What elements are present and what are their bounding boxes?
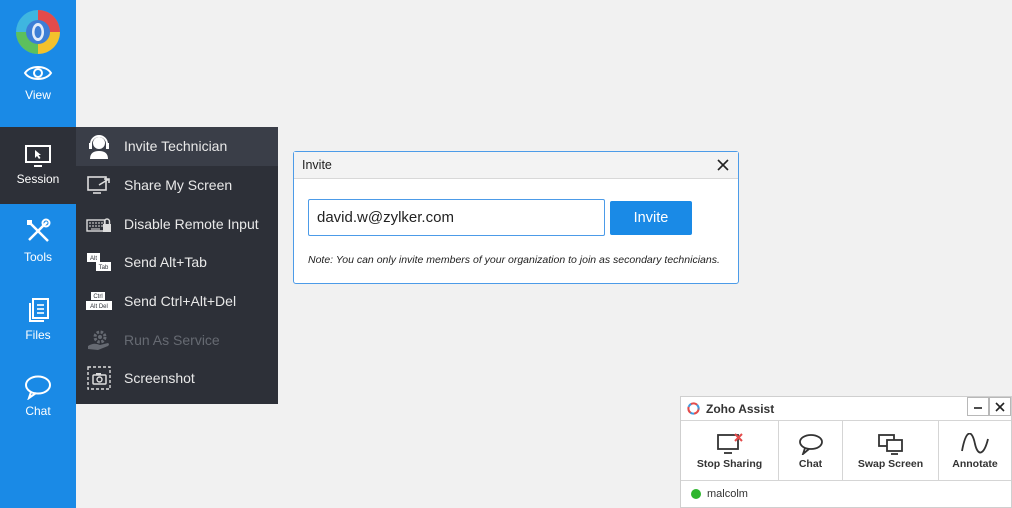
widget-user-row: malcolm: [681, 481, 1011, 507]
chat-bubble-icon: [798, 433, 823, 455]
minimize-icon: [974, 406, 982, 409]
action-label: Swap Screen: [857, 457, 924, 470]
rail-session-label: Session: [16, 172, 60, 186]
action-label: Chat: [798, 457, 823, 470]
monitor-cursor-icon: [25, 145, 51, 167]
invite-dialog-header: Invite: [294, 152, 738, 179]
rail-tools-label: Tools: [23, 250, 52, 264]
svg-text:Alt Del: Alt Del: [90, 304, 108, 310]
menu-item-label: Send Ctrl+Alt+Del: [124, 293, 237, 310]
action-label: Annotate: [952, 457, 998, 470]
headset-user-icon: [76, 133, 122, 160]
invite-dialog-title: Invite: [302, 158, 332, 172]
swap-screen-button[interactable]: Swap Screen: [843, 421, 939, 481]
online-status-indicator: [691, 489, 701, 499]
share-screen-icon: [76, 175, 122, 195]
close-icon[interactable]: [714, 156, 732, 174]
action-label: Stop Sharing: [696, 457, 763, 470]
zoho-assist-logo-icon: [687, 402, 700, 415]
menu-item-label: Invite Technician: [124, 138, 228, 155]
invite-dialog: Invite Invite Note: You can only invite …: [293, 151, 739, 284]
stop-sharing-button[interactable]: Stop Sharing: [681, 421, 779, 481]
menu-item-disable-remote-input[interactable]: Disable Remote Input: [76, 204, 278, 243]
zoho-assist-logo: [16, 10, 60, 54]
menu-item-invite-technician[interactable]: Invite Technician: [76, 127, 278, 166]
email-field[interactable]: [308, 199, 605, 236]
session-menu: Invite Technician Share My Screen Disabl…: [76, 127, 278, 404]
menu-item-label: Screenshot: [124, 370, 195, 387]
keyboard-lock-icon: [76, 214, 122, 234]
chat-bubble-icon: [25, 375, 51, 400]
minimize-button[interactable]: [967, 397, 989, 416]
invite-note: Note: You can only invite members of you…: [308, 254, 720, 266]
menu-item-label: Send Alt+Tab: [124, 254, 207, 271]
user-name: malcolm: [707, 488, 748, 500]
menu-item-label: Share My Screen: [124, 177, 233, 194]
rail-view-label: View: [25, 88, 51, 102]
menu-item-screenshot[interactable]: Screenshot: [76, 359, 278, 398]
gear-hand-icon: [76, 329, 122, 351]
eye-icon: [23, 66, 53, 80]
camera-frame-icon: [76, 366, 122, 391]
ctrl-alt-del-keys-icon: Ctrl Alt Del: [76, 291, 122, 311]
widget-header: Zoho Assist: [681, 397, 1011, 421]
widget-chat-button[interactable]: Chat: [779, 421, 843, 481]
swap-screen-icon: [877, 433, 903, 455]
rail-files-button[interactable]: Files: [0, 296, 76, 373]
zoho-assist-widget: Zoho Assist Stop Sharing Chat Swap Scree…: [680, 396, 1012, 508]
close-icon: [995, 401, 1005, 412]
menu-item-label: Run As Service: [124, 331, 220, 348]
menu-item-share-my-screen[interactable]: Share My Screen: [76, 166, 278, 205]
menu-item-send-alt-tab[interactable]: Alt Tab Send Alt+Tab: [76, 243, 278, 282]
invite-button[interactable]: Invite: [610, 201, 692, 235]
rail-chat-label: Chat: [25, 404, 51, 418]
rail-files-label: Files: [25, 328, 51, 342]
svg-text:Ctrl: Ctrl: [93, 294, 102, 300]
widget-close-button[interactable]: [989, 397, 1011, 416]
svg-text:Tab: Tab: [99, 265, 109, 271]
menu-item-label: Disable Remote Input: [124, 215, 259, 232]
annotate-button[interactable]: Annotate: [939, 421, 1011, 481]
menu-item-send-ctrl-alt-del[interactable]: Ctrl Alt Del Send Ctrl+Alt+Del: [76, 282, 278, 321]
svg-text:Alt: Alt: [90, 256, 97, 262]
alt-tab-keys-icon: Alt Tab: [76, 252, 122, 272]
tools-icon: [27, 218, 51, 242]
rail-tools-button[interactable]: Tools: [0, 218, 76, 295]
widget-title: Zoho Assist: [706, 401, 775, 416]
annotate-wave-icon: [961, 432, 989, 453]
stop-sharing-icon: [716, 432, 743, 454]
rail-chat-button[interactable]: Chat: [0, 374, 76, 451]
widget-actions: Stop Sharing Chat Swap Screen Annotate: [681, 421, 1011, 481]
left-rail: View Session Tools Files Chat: [0, 0, 76, 508]
rail-session-button[interactable]: Session: [0, 127, 76, 204]
files-icon: [29, 298, 49, 322]
menu-item-run-as-service[interactable]: Run As Service: [76, 320, 278, 359]
